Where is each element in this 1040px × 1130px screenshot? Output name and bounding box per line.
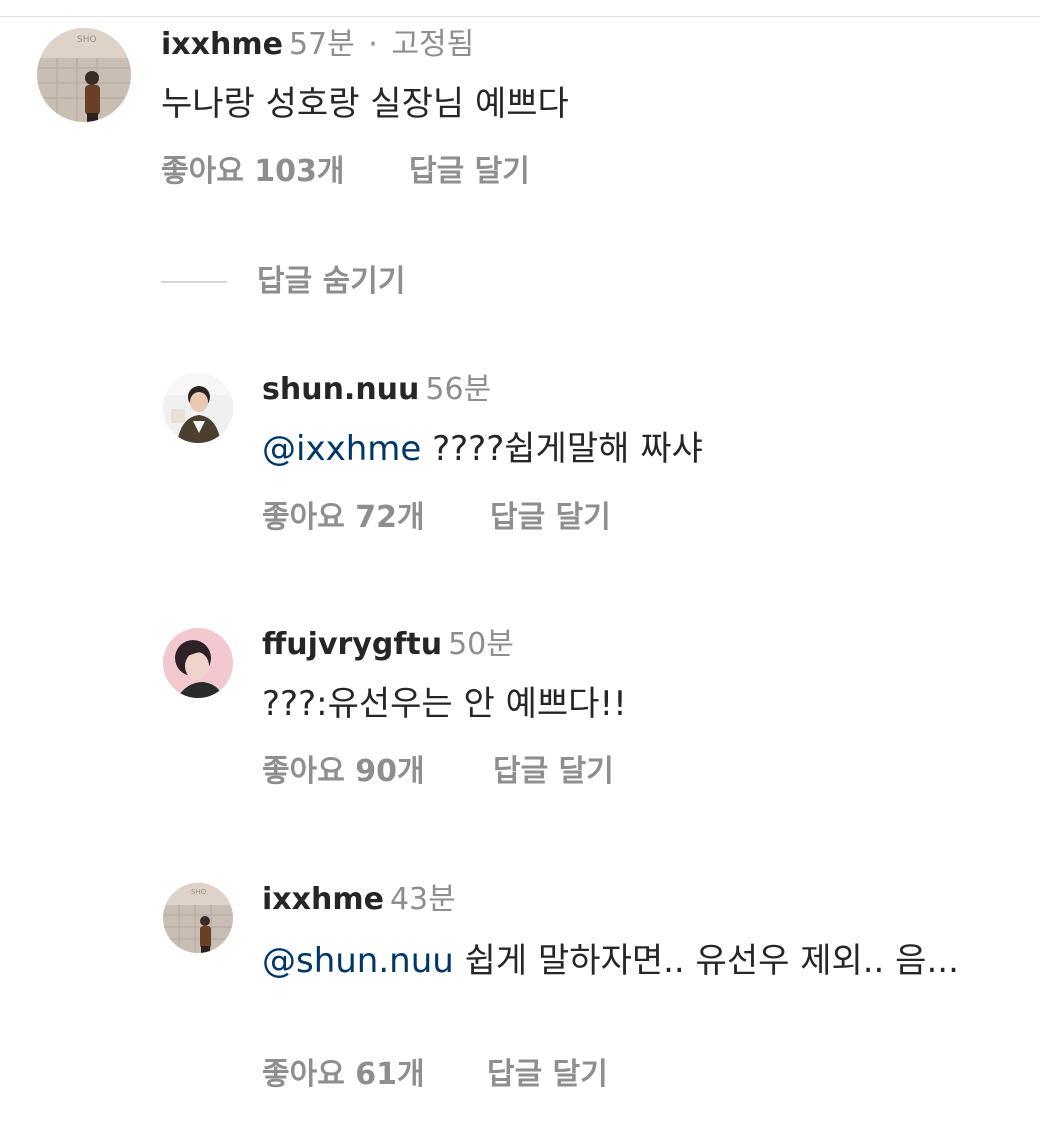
reply-button[interactable]: 답글 달기 (490, 503, 611, 533)
avatar-photo-icon: SHO (163, 883, 233, 953)
comment-header: ixxhme 43분 (262, 885, 456, 915)
comment-header: shun.nuu 56분 (262, 375, 491, 405)
mention-link[interactable]: @ixxhme (262, 429, 421, 469)
username[interactable]: ffujvrygftu (262, 627, 442, 662)
avatar[interactable]: SHO (37, 28, 131, 122)
pinned-label: 고정됨 (391, 27, 475, 62)
comment-actions: 좋아요 61개 답글 달기 (262, 1057, 608, 1092)
username[interactable]: ixxhme (262, 882, 384, 917)
hide-replies-label: 답글 숨기기 (257, 264, 406, 299)
avatar-photo-icon (163, 628, 233, 698)
timestamp: 56분 (425, 372, 492, 407)
avatar-photo-icon (163, 373, 233, 443)
comment-actions: 좋아요 90개 답글 달기 (262, 754, 614, 789)
replies-dash (161, 281, 227, 283)
avatar[interactable]: SHO (163, 883, 233, 953)
comment-text: @ixxhme ????쉽게말해 짜샤 (262, 428, 1002, 471)
like-count[interactable]: 좋아요 72개 (262, 500, 425, 535)
reply-button[interactable]: 답글 달기 (487, 1060, 608, 1090)
like-count[interactable]: 좋아요 103개 (161, 154, 344, 189)
comment-actions: 좋아요 103개 답글 달기 (161, 154, 530, 189)
username[interactable]: shun.nuu (262, 372, 419, 407)
comment-text: @shun.nuu 쉽게 말하자면.. 유선우 제외.. 음... (262, 938, 982, 984)
comment-body: 누나랑 성호랑 실장님 예쁘다 (161, 84, 569, 124)
timestamp: 57분 (288, 27, 355, 62)
top-divider (0, 16, 1040, 17)
comment-text: 누나랑 성호랑 실장님 예쁘다 (161, 83, 1001, 126)
like-count[interactable]: 좋아요 61개 (262, 1057, 425, 1092)
mention-link[interactable]: @shun.nuu (262, 941, 454, 981)
comment-body: 쉽게 말하자면.. 유선우 제외.. 음... (453, 941, 959, 981)
avatar-sign: SHO (191, 888, 207, 896)
comment-header: ffujvrygftu 50분 (262, 630, 514, 660)
comment-body: ???:유선우는 안 예쁘다!! (262, 684, 627, 724)
meta-separator: · (368, 27, 378, 62)
like-count[interactable]: 좋아요 90개 (262, 754, 425, 789)
timestamp: 43분 (389, 882, 456, 917)
avatar[interactable] (163, 628, 233, 698)
reply-button[interactable]: 답글 달기 (493, 757, 614, 787)
username[interactable]: ixxhme (161, 27, 283, 62)
timestamp: 50분 (448, 627, 514, 662)
hide-replies-button[interactable]: 답글 숨기기 (161, 265, 405, 299)
reply-button[interactable]: 답글 달기 (409, 157, 530, 187)
comment-header: ixxhme 57분 · 고정됨 (161, 30, 474, 60)
avatar-sign: SHO (77, 35, 97, 45)
avatar[interactable] (163, 373, 233, 443)
comment-text: ???:유선우는 안 예쁘다!! (262, 683, 1002, 726)
comment-actions: 좋아요 72개 답글 달기 (262, 500, 611, 535)
comment-body: ????쉽게말해 짜샤 (421, 429, 703, 469)
avatar-photo-icon: SHO (37, 28, 131, 122)
